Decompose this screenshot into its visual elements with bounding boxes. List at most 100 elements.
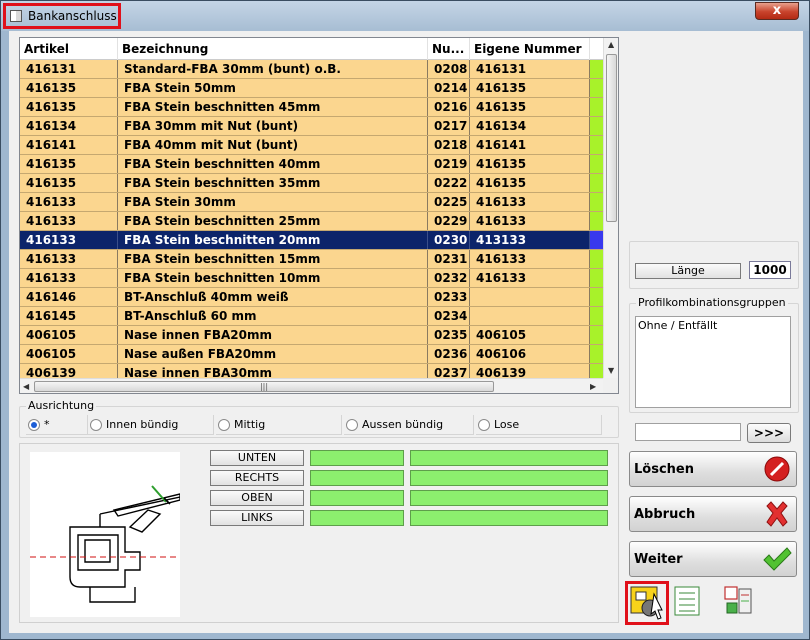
table-row[interactable]: 416133 FBA Stein beschnitten 25mm 0229 4161… [20, 212, 603, 231]
table-row[interactable]: 416146 BT-Anschluß 40mm weiß 0233 [20, 288, 603, 307]
radio-button[interactable] [478, 418, 490, 431]
cell-nummer: 0218 [428, 136, 470, 154]
cell-eigene-nummer: 416135 [470, 79, 590, 97]
scroll-down-icon[interactable]: ▼ [608, 366, 614, 375]
table-row[interactable]: 416135 FBA Stein beschnitten 35mm 0222 4161… [20, 174, 603, 193]
scroll-left-icon[interactable]: ◀ [23, 382, 29, 391]
cell-nummer: 0222 [428, 174, 470, 192]
alignment-option[interactable]: Lose [476, 415, 602, 435]
radio-button[interactable] [346, 418, 358, 431]
scroll-up-icon[interactable]: ▲ [608, 40, 614, 49]
scroll-right-icon[interactable]: ▶ [590, 382, 596, 391]
alignment-option[interactable]: Aussen bündig [344, 415, 474, 435]
table-row[interactable]: 416133 FBA Stein beschnitten 20mm 0230 4131… [20, 231, 603, 250]
close-button[interactable]: x [755, 2, 799, 20]
table-row[interactable]: 416134 FBA 30mm mit Nut (bunt) 0217 416134 [20, 117, 603, 136]
tool-icons-bar [625, 581, 805, 626]
cell-bezeichnung: BT-Anschluß 60 mm [118, 307, 428, 325]
row-status-marker [590, 60, 603, 78]
cancel-button[interactable]: Abbruch [629, 496, 797, 532]
dialog-client: Artikel Bezeichnung Nu... Eigene Nummer … [9, 31, 803, 633]
table-row[interactable]: 416145 BT-Anschluß 60 mm 0234 [20, 307, 603, 326]
cell-artikel: 416134 [20, 117, 118, 135]
profile-drawing-icon [30, 485, 181, 603]
cell-eigene-nummer: 416133 [470, 250, 590, 268]
combination-tool-button[interactable] [719, 581, 763, 625]
cell-eigene-nummer: 416133 [470, 269, 590, 287]
table-body: 416131 Standard-FBA 30mm (bunt) o.B. 0208 4… [20, 60, 603, 383]
cell-bezeichnung: Standard-FBA 30mm (bunt) o.B. [118, 60, 428, 78]
vertical-scrollbar[interactable]: ▲ ▼ [603, 38, 618, 378]
cell-eigene-nummer: 406105 [470, 326, 590, 344]
radio-button[interactable] [218, 418, 230, 431]
side-button-oben[interactable]: OBEN [210, 490, 304, 506]
cell-nummer: 0234 [428, 307, 470, 325]
delete-button[interactable]: Löschen [629, 451, 797, 487]
table-row[interactable]: 416135 FBA Stein 50mm 0214 416135 [20, 79, 603, 98]
cell-artikel: 416135 [20, 79, 118, 97]
row-status-marker [590, 212, 603, 230]
cell-bezeichnung: Nase außen FBA20mm [118, 345, 428, 363]
cell-eigene-nummer: 416141 [470, 136, 590, 154]
cell-eigene-nummer [470, 307, 590, 325]
side-button-rechts[interactable]: RECHTS [210, 470, 304, 486]
horizontal-scrollbar[interactable]: ◀ ||| ▶ [20, 378, 603, 393]
radio-label: Lose [494, 418, 520, 431]
table-row[interactable]: 406105 Nase außen FBA20mm 0236 406106 [20, 345, 603, 364]
vertical-scroll-thumb[interactable] [606, 54, 617, 222]
cell-artikel: 416133 [20, 193, 118, 211]
side-status-bar [310, 450, 404, 466]
cell-bezeichnung: FBA Stein 30mm [118, 193, 428, 211]
side-button-unten[interactable]: UNTEN [210, 450, 304, 466]
more-button[interactable]: >>> [747, 423, 791, 443]
filter-input[interactable] [635, 423, 741, 441]
side-button-links[interactable]: LINKS [210, 510, 304, 526]
cell-eigene-nummer: 416135 [470, 98, 590, 116]
radio-label: Mittig [234, 418, 266, 431]
alignment-option[interactable]: Mittig [216, 415, 342, 435]
table-row[interactable]: 416133 FBA Stein beschnitten 10mm 0232 4161… [20, 269, 603, 288]
table-row[interactable]: 416135 FBA Stein beschnitten 40mm 0219 4161… [20, 155, 603, 174]
horizontal-scroll-thumb[interactable]: ||| [34, 381, 494, 392]
cell-artikel: 416133 [20, 269, 118, 287]
length-input[interactable]: 1000 [749, 261, 791, 279]
column-header-eigene-nummer[interactable]: Eigene Nummer [470, 38, 590, 60]
no-entry-icon [762, 454, 792, 484]
table-row[interactable]: 416133 FBA Stein beschnitten 15mm 0231 4161… [20, 250, 603, 269]
list-item[interactable]: Ohne / Entfällt [638, 319, 788, 332]
row-status-marker [590, 250, 603, 268]
title-highlight: Bankanschluss [3, 3, 121, 29]
table-row[interactable]: 416141 FBA 40mm mit Nut (bunt) 0218 416141 [20, 136, 603, 155]
cell-eigene-nummer: 416135 [470, 174, 590, 192]
table-row[interactable]: 416135 FBA Stein beschnitten 45mm 0216 4161… [20, 98, 603, 117]
title-bar: Bankanschluss x [1, 1, 809, 31]
row-status-marker [590, 307, 603, 325]
column-header-artikel[interactable]: Artikel [20, 38, 118, 60]
cell-nummer: 0233 [428, 288, 470, 306]
radio-button[interactable] [90, 418, 102, 431]
cell-artikel: 416133 [20, 250, 118, 268]
green-check-icon [762, 544, 792, 574]
alignment-option[interactable]: Innen bündig [88, 415, 214, 435]
column-header-nummer[interactable]: Nu... [428, 38, 470, 60]
alignment-legend: Ausrichtung [26, 399, 97, 412]
table-row[interactable]: 406105 Nase innen FBA20mm 0235 406105 [20, 326, 603, 345]
radio-button[interactable] [28, 418, 40, 431]
cell-eigene-nummer: 416134 [470, 117, 590, 135]
cell-artikel: 406105 [20, 326, 118, 344]
table-row[interactable]: 416131 Standard-FBA 30mm (bunt) o.B. 0208 4… [20, 60, 603, 79]
window-icon [10, 10, 22, 22]
next-button[interactable]: Weiter [629, 541, 797, 577]
cancel-label: Abbruch [634, 506, 696, 522]
column-header-bezeichnung[interactable]: Bezeichnung [118, 38, 428, 60]
profile-preview [30, 452, 181, 617]
profile-tool-button[interactable] [625, 581, 669, 625]
list-tool-button[interactable] [669, 581, 713, 625]
article-table: Artikel Bezeichnung Nu... Eigene Nummer … [19, 37, 619, 394]
profile-groups-list[interactable]: Ohne / Entfällt [635, 316, 791, 408]
cell-bezeichnung: FBA Stein beschnitten 20mm [118, 231, 428, 249]
alignment-option[interactable]: * [26, 415, 88, 435]
row-status-marker [590, 79, 603, 97]
table-row[interactable]: 416133 FBA Stein 30mm 0225 416133 [20, 193, 603, 212]
length-label: Länge [635, 263, 741, 279]
